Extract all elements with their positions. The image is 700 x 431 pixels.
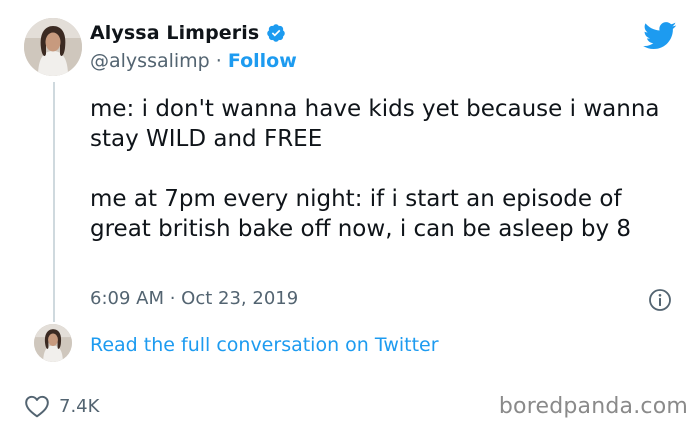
- tweet-timestamp[interactable]: 6:09 AM · Oct 23, 2019: [90, 288, 298, 309]
- author-avatar[interactable]: [24, 18, 82, 76]
- tweet-embed-card: Alyssa Limperis @alyssalimp · Follow me:…: [0, 0, 700, 431]
- handle-separator: ·: [209, 50, 228, 72]
- tweet-time[interactable]: 6:09 AM: [90, 288, 164, 309]
- author-handle[interactable]: @alyssalimp: [90, 50, 210, 72]
- like-action[interactable]: 7.4K: [24, 394, 99, 418]
- info-icon[interactable]: [648, 288, 672, 312]
- verified-badge-icon: [267, 24, 286, 42]
- source-watermark: boredpanda.com: [498, 394, 688, 419]
- twitter-bird-icon[interactable]: [643, 22, 677, 50]
- reply-avatar[interactable]: [34, 324, 72, 362]
- tweet-body: me: i don't wanna have kids yet because …: [90, 94, 680, 244]
- timestamp-separator: ·: [164, 288, 182, 309]
- tweet-text-paragraph-1: me: i don't wanna have kids yet because …: [90, 96, 660, 152]
- tweet-date[interactable]: Oct 23, 2019: [181, 288, 298, 309]
- thread-connector-line: [53, 82, 55, 322]
- read-full-conversation-link[interactable]: Read the full conversation on Twitter: [90, 334, 439, 356]
- author-name[interactable]: Alyssa Limperis: [90, 22, 259, 44]
- tweet-text-paragraph-2: me at 7pm every night: if i start an epi…: [90, 186, 632, 242]
- heart-icon[interactable]: [24, 394, 50, 418]
- author-handle-row: @alyssalimp · Follow: [90, 50, 297, 72]
- author-name-row: Alyssa Limperis: [90, 22, 286, 44]
- like-count: 7.4K: [59, 395, 100, 417]
- follow-button[interactable]: Follow: [228, 50, 297, 72]
